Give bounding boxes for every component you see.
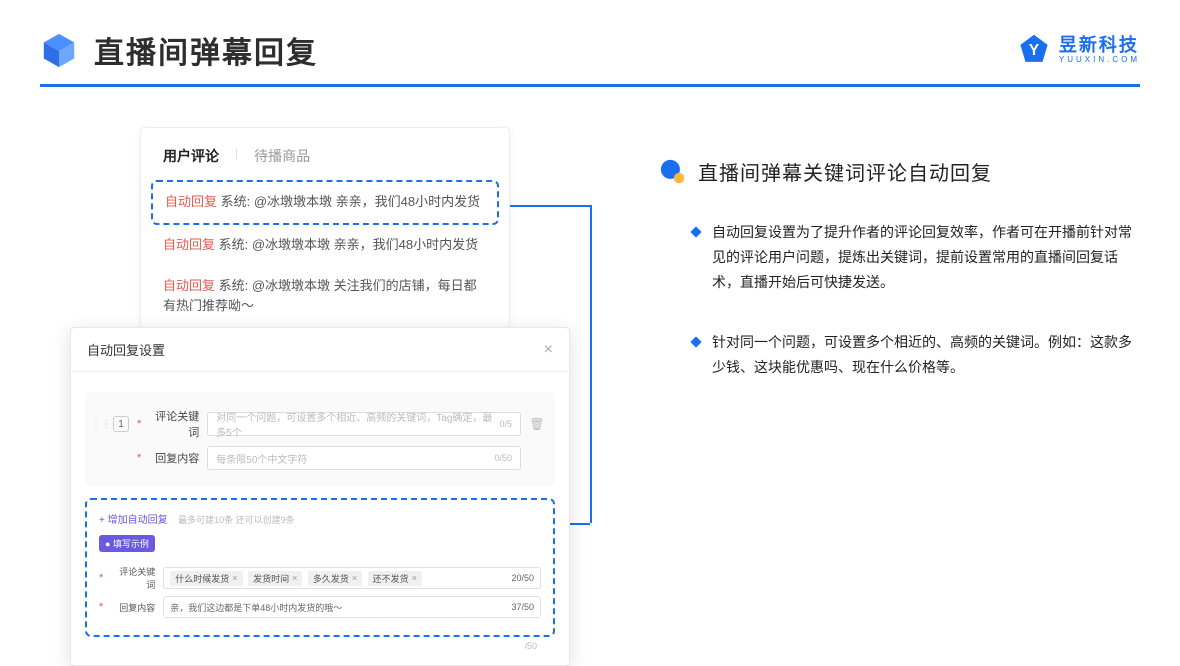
drag-handle-icon[interactable]: ⋮⋮	[91, 419, 105, 430]
page-header: 直播间弹幕回复 Y 昱新科技 YUUXIN.COM	[0, 0, 1180, 72]
tag-remove-icon: ×	[292, 573, 297, 583]
bullet-text: 自动回复设置为了提升作者的评论回复效率，作者可在开播前针对常见的评论用户问题，提…	[712, 220, 1140, 296]
tag-remove-icon: ×	[352, 573, 357, 583]
brand-icon: Y	[1017, 33, 1051, 67]
cube-logo-icon	[40, 31, 78, 69]
tag-chip[interactable]: 还不发货×	[368, 571, 422, 586]
page-title: 直播间弹幕回复	[94, 28, 318, 72]
form-row-content: * 回复内容 每条限50个中文字符 0/50	[91, 446, 545, 470]
connector-line	[510, 205, 590, 207]
example-keyword-input[interactable]: 什么时候发货× 发货时间× 多久发货× 还不发货× 20/50	[163, 567, 541, 589]
required-star-icon: *	[137, 452, 141, 464]
keyword-counter: 0/5	[499, 419, 512, 429]
tab-user-comments[interactable]: 用户评论	[163, 146, 219, 166]
settings-modal: 自动回复设置 × ⋮⋮ 1 * 评论关键词 对同一个问题，可设置多个相近、高频的…	[70, 327, 570, 666]
header-left: 直播间弹幕回复	[40, 28, 318, 72]
example-badge: ● 填写示例	[99, 535, 155, 552]
settings-title: 自动回复设置	[87, 340, 165, 359]
main-content: 用户评论 | 待播商品 自动回复 系统: @冰墩墩本墩 亲亲，我们48小时内发货…	[0, 87, 1180, 414]
comment-text: 系统: @冰墩墩本墩 亲亲，我们48小时内发货	[219, 237, 479, 252]
comment-text: 系统: @冰墩墩本墩 亲亲，我们48小时内发货	[221, 194, 481, 209]
close-icon[interactable]: ×	[544, 341, 553, 359]
required-star-icon: *	[99, 572, 103, 584]
tag-remove-icon: ×	[232, 573, 237, 583]
right-column: 直播间弹幕关键词评论自动回复 自动回复设置为了提升作者的评论回复效率，作者可在开…	[660, 127, 1140, 414]
settings-header: 自动回复设置 ×	[71, 328, 569, 372]
bullet-list: 自动回复设置为了提升作者的评论回复效率，作者可在开播前针对常见的评论用户问题，提…	[660, 220, 1140, 380]
content-input[interactable]: 每条限50个中文字符 0/50	[207, 446, 521, 470]
trash-icon[interactable]: 🗑	[529, 417, 545, 431]
index-badge: 1	[113, 416, 129, 432]
add-hint: 最多可建10条 还可以创建9条	[178, 515, 295, 525]
example-content-value: 亲，我们这边都是下单48小时内发货的哦～	[170, 601, 342, 614]
tag-chip[interactable]: 发货时间×	[248, 571, 302, 586]
comments-card: 用户评论 | 待播商品 自动回复 系统: @冰墩墩本墩 亲亲，我们48小时内发货…	[140, 127, 510, 328]
brand-name: 昱新科技	[1059, 36, 1140, 54]
brand-block: Y 昱新科技 YUUXIN.COM	[1017, 33, 1140, 67]
diamond-icon	[690, 226, 701, 237]
tag-chip[interactable]: 什么时候发货×	[170, 571, 242, 586]
tag-remove-icon: ×	[412, 573, 417, 583]
settings-body: ⋮⋮ 1 * 评论关键词 对同一个问题，可设置多个相近、高频的关键词，Tag确定…	[71, 372, 569, 665]
tab-separator: |	[235, 146, 238, 166]
comment-row: 自动回复 系统: @冰墩墩本墩 关注我们的店铺，每日都有热门推荐呦～	[141, 266, 509, 328]
example-block: + 增加自动回复 最多可建10条 还可以创建9条 ● 填写示例 * 评论关键词 …	[85, 498, 555, 637]
form-row-keyword: ⋮⋮ 1 * 评论关键词 对同一个问题，可设置多个相近、高频的关键词，Tag确定…	[91, 408, 545, 440]
tag-container: 什么时候发货× 发货时间× 多久发货× 还不发货×	[170, 571, 425, 586]
section-icon	[660, 159, 686, 185]
tabs: 用户评论 | 待播商品	[141, 128, 509, 180]
comment-row-highlighted: 自动回复 系统: @冰墩墩本墩 亲亲，我们48小时内发货	[151, 180, 499, 225]
diamond-icon	[690, 336, 701, 347]
content-counter: 0/50	[494, 453, 512, 463]
add-link-row: + 增加自动回复 最多可建10条 还可以创建9条	[99, 510, 541, 534]
example-keyword-label: 评论关键词	[111, 565, 155, 591]
auto-reply-tag: 自动回复	[165, 194, 217, 209]
required-star-icon: *	[137, 418, 141, 430]
tag-chip[interactable]: 多久发货×	[308, 571, 362, 586]
bullet-item: 自动回复设置为了提升作者的评论回复效率，作者可在开播前针对常见的评论用户问题，提…	[692, 220, 1140, 296]
svg-text:Y: Y	[1029, 42, 1039, 59]
required-star-icon: *	[99, 601, 103, 613]
content-label: 回复内容	[149, 450, 199, 466]
bullet-text: 针对同一个问题，可设置多个相近的、高频的关键词。例如：这款多少钱、这块能优惠吗、…	[712, 330, 1140, 380]
keyword-placeholder: 对同一个问题，可设置多个相近、高频的关键词，Tag确定，最多5个	[216, 409, 499, 439]
keyword-input[interactable]: 对同一个问题，可设置多个相近、高频的关键词，Tag确定，最多5个 0/5	[207, 412, 521, 436]
keyword-label: 评论关键词	[149, 408, 199, 440]
auto-reply-tag: 自动回复	[163, 278, 215, 293]
form-block: ⋮⋮ 1 * 评论关键词 对同一个问题，可设置多个相近、高频的关键词，Tag确定…	[85, 392, 555, 486]
example-content-input[interactable]: 亲，我们这边都是下单48小时内发货的哦～ 37/50	[163, 596, 541, 618]
auto-reply-tag: 自动回复	[163, 237, 215, 252]
example-keyword-counter: 20/50	[511, 573, 534, 583]
brand-text: 昱新科技 YUUXIN.COM	[1059, 36, 1140, 64]
section-header: 直播间弹幕关键词评论自动回复	[660, 157, 1140, 186]
comment-row: 自动回复 系统: @冰墩墩本墩 亲亲，我们48小时内发货	[141, 225, 509, 266]
brand-sub: YUUXIN.COM	[1059, 56, 1140, 64]
example-keyword-row: * 评论关键词 什么时候发货× 发货时间× 多久发货× 还不发货× 20/50	[99, 565, 541, 591]
example-content-label: 回复内容	[111, 601, 155, 614]
example-content-row: * 回复内容 亲，我们这边都是下单48小时内发货的哦～ 37/50	[99, 596, 541, 618]
connector-line	[590, 205, 592, 523]
below-counter: /50	[85, 641, 555, 651]
section-title: 直播间弹幕关键词评论自动回复	[698, 157, 992, 186]
tab-products[interactable]: 待播商品	[254, 146, 310, 166]
add-auto-reply-link[interactable]: + 增加自动回复	[99, 511, 168, 526]
content-placeholder: 每条限50个中文字符	[216, 451, 307, 466]
bullet-item: 针对同一个问题，可设置多个相近的、高频的关键词。例如：这款多少钱、这块能优惠吗、…	[692, 330, 1140, 380]
left-column: 用户评论 | 待播商品 自动回复 系统: @冰墩墩本墩 亲亲，我们48小时内发货…	[70, 127, 570, 414]
example-content-counter: 37/50	[511, 602, 534, 612]
